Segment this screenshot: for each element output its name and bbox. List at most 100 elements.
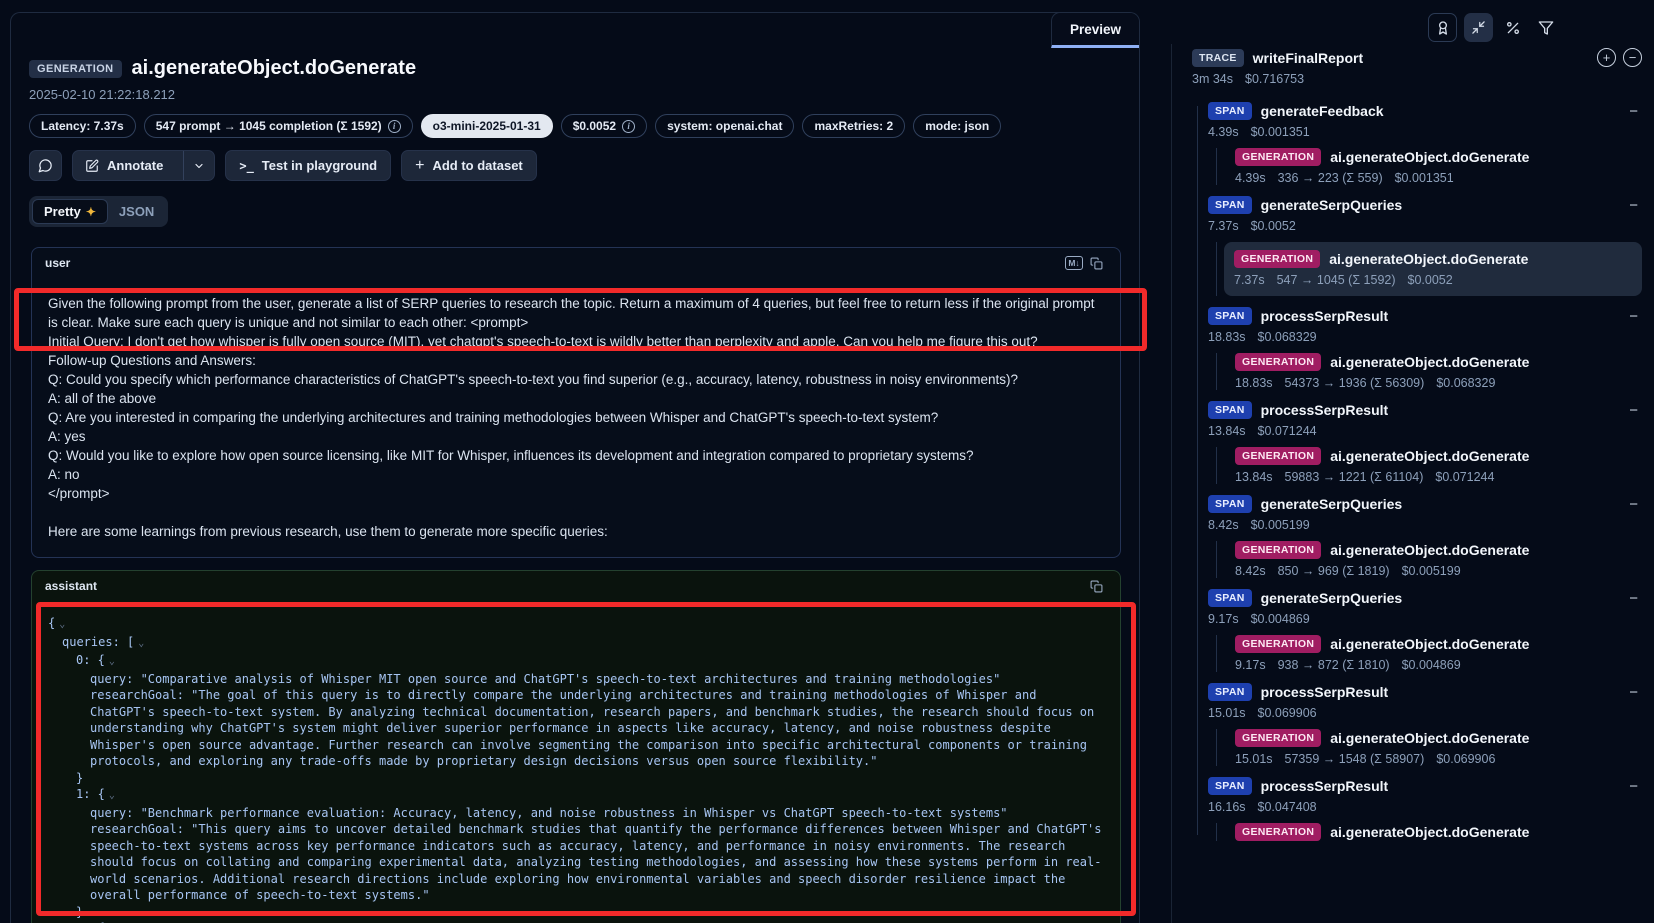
generation-row[interactable]: GENERATIONai.generateObject.doGenerate	[1235, 148, 1642, 166]
span-cost: $0.001351	[1251, 125, 1310, 139]
generation-title: ai.generateObject.doGenerate	[1330, 730, 1529, 746]
span-node: SPANprocessSerpResult−13.84s$0.071244GEN…	[1192, 401, 1642, 484]
span-row[interactable]: SPANprocessSerpResult−	[1208, 401, 1642, 419]
user-intro-paragraph: Given the following prompt from the user…	[48, 294, 1104, 332]
collapse-node-button[interactable]: −	[1629, 590, 1642, 607]
generation-tokens: 336 → 223 (Σ 559)	[1278, 171, 1383, 185]
collapse-node-button[interactable]: −	[1629, 496, 1642, 513]
comment-button[interactable]	[29, 150, 62, 181]
generation-row[interactable]: GENERATIONai.generateObject.doGenerate	[1235, 729, 1642, 747]
json-line-text: researchGoal: "The goal of this query is…	[90, 688, 1101, 768]
generation-node[interactable]: GENERATIONai.generateObject.doGenerate 15…	[1228, 729, 1642, 766]
generation-node[interactable]: GENERATIONai.generateObject.doGenerate8.…	[1228, 541, 1642, 578]
pill-system-openai-chat[interactable]: system: openai.chat	[655, 114, 794, 138]
pill-mode-json[interactable]: mode: json	[913, 114, 1001, 138]
json-line-text: queries: [	[62, 635, 134, 649]
collapse-node-button[interactable]: −	[1629, 778, 1642, 795]
annotate-dropdown-button[interactable]	[183, 151, 214, 180]
span-row[interactable]: SPANgenerateSerpQueries−	[1208, 589, 1642, 607]
pill-label: Latency: 7.37s	[41, 119, 124, 133]
collapse-chevron-icon[interactable]: ⌄	[59, 619, 65, 630]
collapse-chevron-icon[interactable]: ⌄	[109, 656, 115, 667]
collapse-icon[interactable]	[1464, 13, 1493, 42]
generation-node[interactable]: GENERATIONai.generateObject.doGenerate7.…	[1224, 242, 1642, 296]
trace-root-row[interactable]: TRACE writeFinalReport + −	[1192, 48, 1642, 67]
collapse-node-button[interactable]: −	[1629, 103, 1642, 120]
span-children: GENERATIONai.generateObject.doGenerate 15…	[1216, 729, 1642, 766]
action-toolbar: Annotate >_ Test in playground + Add to …	[29, 150, 1119, 181]
collapse-chevron-icon[interactable]: ⌄	[138, 638, 144, 649]
minus-circle-icon[interactable]: −	[1623, 48, 1642, 67]
generation-metrics: 13.84s59883 → 1221 (Σ 61104)$0.071244	[1235, 470, 1642, 484]
generation-title: ai.generateObject.doGenerate	[1330, 354, 1529, 370]
span-badge: SPAN	[1208, 589, 1252, 607]
span-metrics: 18.83s$0.068329	[1208, 330, 1642, 344]
annotate-button[interactable]: Annotate	[72, 150, 215, 181]
tab-preview-label: Preview	[1070, 22, 1121, 37]
span-badge: SPAN	[1208, 196, 1252, 214]
span-row[interactable]: SPANgenerateSerpQueries−	[1208, 196, 1642, 214]
copy-icon[interactable]	[1085, 576, 1107, 596]
markdown-icon[interactable]: M↓	[1063, 253, 1085, 273]
generation-row[interactable]: GENERATIONai.generateObject.doGenerate	[1235, 447, 1642, 465]
info-icon[interactable]: i	[388, 120, 401, 133]
generation-node[interactable]: GENERATIONai.generateObject.doGenerate9.…	[1228, 635, 1642, 672]
span-row[interactable]: SPANgenerateSerpQueries−	[1208, 495, 1642, 513]
generation-node[interactable]: GENERATIONai.generateObject.doGenerate 18…	[1228, 353, 1642, 390]
generation-row[interactable]: GENERATIONai.generateObject.doGenerate	[1235, 823, 1642, 841]
generation-node[interactable]: GENERATIONai.generateObject.doGenerate 13…	[1228, 447, 1642, 484]
generation-row[interactable]: GENERATIONai.generateObject.doGenerate	[1235, 635, 1642, 653]
span-node: SPANprocessSerpResult−15.01s$0.069906GEN…	[1192, 683, 1642, 766]
generation-row[interactable]: GENERATIONai.generateObject.doGenerate	[1235, 541, 1642, 559]
pill-o3-mini-2025-01-31[interactable]: o3-mini-2025-01-31	[421, 114, 553, 138]
span-duration: 13.84s	[1208, 424, 1246, 438]
collapse-node-button[interactable]: −	[1629, 402, 1642, 419]
copy-icon[interactable]	[1085, 253, 1107, 273]
collapse-node-button[interactable]: −	[1629, 308, 1642, 325]
generation-row[interactable]: GENERATIONai.generateObject.doGenerate	[1235, 353, 1642, 371]
tab-preview[interactable]: Preview	[1051, 12, 1140, 48]
pill-0-0052[interactable]: $0.0052 i	[561, 114, 647, 138]
collapse-chevron-icon[interactable]: ⌄	[109, 790, 115, 801]
json-line-text: researchGoal: "This query aims to uncove…	[90, 822, 1109, 902]
pill-maxretries-2[interactable]: maxRetries: 2	[802, 114, 905, 138]
generation-node[interactable]: GENERATIONai.generateObject.doGenerate4.…	[1228, 148, 1642, 185]
pill-latency-7-37s[interactable]: Latency: 7.37s	[29, 114, 136, 138]
generation-row[interactable]: GENERATIONai.generateObject.doGenerate	[1234, 250, 1632, 268]
toggle-pretty[interactable]: Pretty ✦	[32, 199, 108, 224]
span-badge: SPAN	[1208, 777, 1252, 795]
award-icon[interactable]	[1428, 13, 1457, 42]
plus-circle-icon[interactable]: +	[1597, 48, 1616, 67]
generation-metrics: 15.01s57359 → 1548 (Σ 58907)$0.069906	[1235, 752, 1642, 766]
toggle-json[interactable]: JSON	[108, 200, 165, 223]
generation-title: ai.generateObject.doGenerate	[1330, 448, 1529, 464]
generation-node[interactable]: GENERATIONai.generateObject.doGenerate	[1228, 823, 1642, 841]
collapse-node-button[interactable]: −	[1629, 197, 1642, 214]
pill-547-prompt-1045-completion-159[interactable]: 547 prompt → 1045 completion (Σ 1592)i	[144, 114, 413, 138]
span-row[interactable]: SPANgenerateFeedback−	[1208, 102, 1642, 120]
percent-icon[interactable]	[1500, 13, 1526, 42]
generation-badge: GENERATION	[1235, 541, 1321, 559]
span-row[interactable]: SPANprocessSerpResult−	[1208, 683, 1642, 701]
generation-metrics: 18.83s54373 → 1936 (Σ 56309)$0.068329	[1235, 376, 1642, 390]
pill-label: $0.0052	[573, 119, 616, 133]
generation-duration: 13.84s	[1235, 470, 1273, 484]
pill-label: maxRetries: 2	[814, 119, 893, 133]
trace-sidebar: TRACE writeFinalReport + − 3m 34s $0.716…	[1192, 48, 1642, 923]
span-metrics: 7.37s$0.0052	[1208, 219, 1642, 233]
add-to-dataset-button[interactable]: + Add to dataset	[401, 150, 537, 181]
span-children: GENERATIONai.generateObject.doGenerate 13…	[1216, 447, 1642, 484]
collapse-node-button[interactable]: −	[1629, 684, 1642, 701]
playground-button[interactable]: >_ Test in playground	[225, 150, 391, 181]
user-message-line: A: all of the above	[48, 389, 1104, 408]
toggle-pretty-label: Pretty	[44, 204, 81, 219]
span-row[interactable]: SPANprocessSerpResult−	[1208, 777, 1642, 795]
span-row[interactable]: SPANprocessSerpResult−	[1208, 307, 1642, 325]
filter-icon[interactable]	[1533, 13, 1559, 42]
span-children: GENERATIONai.generateObject.doGenerate4.…	[1216, 148, 1642, 185]
json-line-text: 0: {	[76, 653, 105, 667]
span-metrics: 8.42s$0.005199	[1208, 518, 1642, 532]
header-icon-toolbar	[1428, 13, 1559, 42]
info-icon[interactable]: i	[622, 120, 635, 133]
trace-badge: TRACE	[1192, 49, 1244, 67]
